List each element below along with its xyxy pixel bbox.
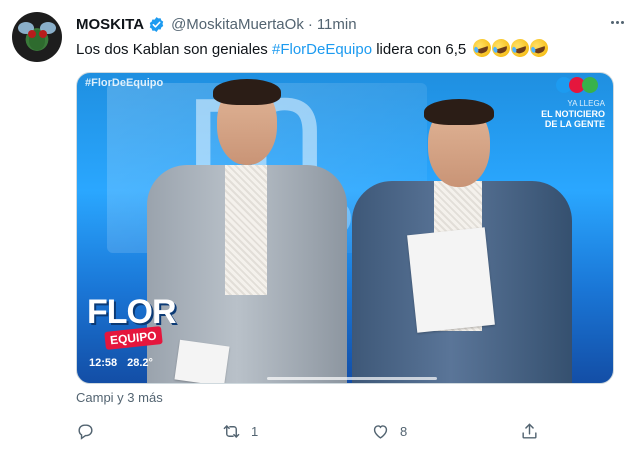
tweet-text-before: Los dos Kablan son geniales	[76, 41, 272, 58]
header-separator: ·	[307, 15, 313, 33]
retweet-button[interactable]: 1	[222, 418, 258, 444]
avatar-fly-eye-left	[28, 30, 36, 38]
broadcast-clock: 12:58 28.2°	[89, 357, 163, 369]
news-line-3: DE LA GENTE	[544, 119, 605, 129]
tweet-actions: 1 8	[76, 418, 539, 444]
avatar[interactable]	[12, 12, 62, 62]
video-progress-bar	[267, 377, 437, 380]
author-handle[interactable]: @MoskitaMuertaOk	[171, 16, 304, 33]
like-count: 8	[400, 423, 408, 439]
tweet-text: Los dos Kablan son geniales #FlorDeEquip…	[76, 36, 551, 60]
more-options-icon[interactable]	[606, 12, 628, 32]
avatar-fly-eye-right	[39, 30, 47, 38]
news-promo-text: YA LLEGA EL NOTICIERO DE LA GENTE	[541, 99, 605, 129]
clock-time: 12:58	[89, 357, 118, 369]
reply-icon	[78, 423, 93, 440]
show-logo-main: FLOR	[87, 293, 177, 331]
tweet-card[interactable]: MOSKITA @MoskitaMuertaOk · 11min Los dos…	[0, 0, 638, 454]
hashtag-link[interactable]: #FlorDeEquipo	[272, 41, 372, 58]
retweet-count: 1	[251, 423, 259, 439]
rolling-laughing-emoji-icon	[471, 36, 551, 60]
tweet-text-after: lidera con 6,5	[372, 41, 467, 58]
verified-badge-icon	[148, 16, 165, 33]
news-line-1: YA LLEGA	[567, 99, 605, 108]
presenter-left	[147, 73, 347, 383]
tweet-header: MOSKITA @MoskitaMuertaOk · 11min	[76, 14, 357, 34]
author-name[interactable]: MOSKITA	[76, 16, 144, 33]
presenter-right	[352, 73, 572, 383]
clock-temperature: 28.2°	[127, 357, 153, 369]
share-icon	[522, 423, 537, 439]
news-line-2: EL NOTICIERO	[541, 109, 605, 119]
like-icon	[373, 424, 388, 439]
share-button[interactable]	[520, 418, 539, 444]
retweet-icon	[223, 424, 240, 438]
show-logo: FLOR EQUIPO	[85, 293, 177, 357]
channel-logo-icon	[556, 77, 603, 95]
reply-button[interactable]	[76, 418, 105, 444]
liked-by-text[interactable]: Campi y 3 más	[76, 390, 163, 405]
timestamp[interactable]: 11min	[317, 16, 357, 33]
media-hashtag-overlay: #FlorDeEquipo	[85, 77, 164, 89]
like-button[interactable]: 8	[371, 418, 407, 444]
tweet-media-image[interactable]: ᒥᑎ O #FlorDeEquipo YA LLEGA EL NOTICIERO	[76, 72, 614, 384]
